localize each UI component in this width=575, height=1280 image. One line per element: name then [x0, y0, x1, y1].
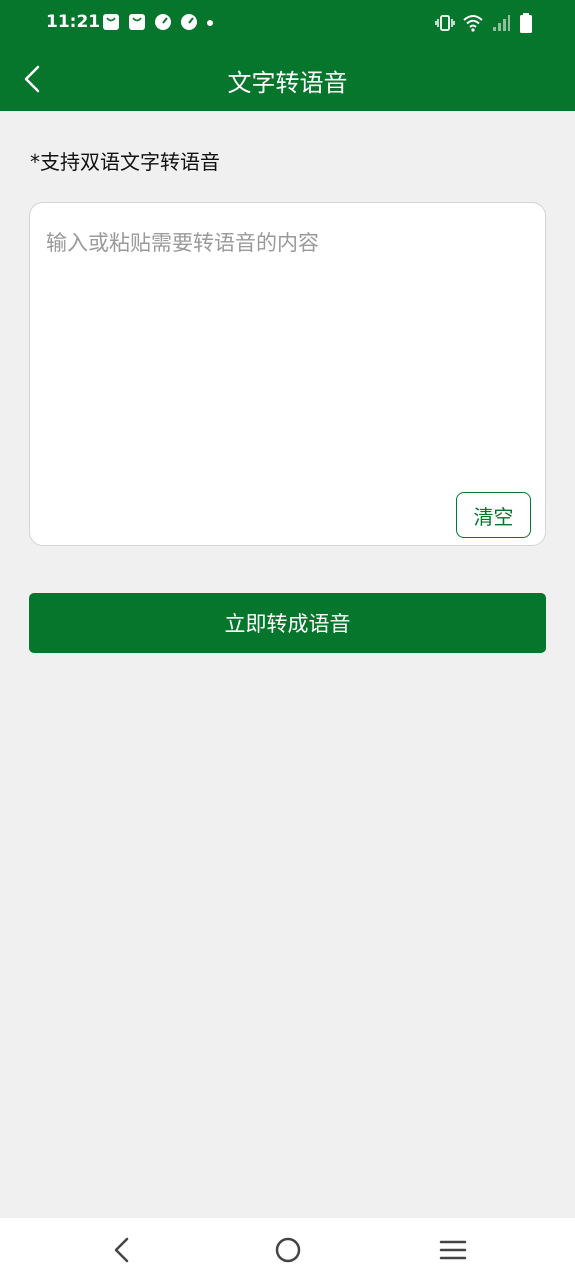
text-input[interactable] [46, 227, 526, 477]
shopping-bag-icon [128, 13, 146, 31]
vibrate-icon [435, 13, 455, 33]
speedometer-icon [154, 13, 172, 31]
clear-button[interactable]: 清空 [456, 492, 531, 538]
status-time: 11:21 [46, 12, 101, 32]
dot-icon [206, 13, 214, 31]
signal-icon [491, 13, 511, 33]
speedometer-icon [180, 13, 198, 31]
home-icon [273, 1237, 303, 1269]
text-input-container: 清空 [29, 202, 546, 546]
convert-to-speech-button[interactable]: 立即转成语音 [29, 593, 546, 653]
notification-icons [102, 13, 214, 31]
battery-icon [519, 13, 533, 33]
page-title: 文字转语音 [227, 69, 348, 97]
menu-icon [438, 1240, 468, 1269]
wifi-icon [463, 13, 483, 33]
app-bar: 文字转语音 [0, 48, 575, 111]
shopping-bag-icon [102, 13, 120, 31]
back-icon [107, 1237, 137, 1269]
nav-back-button[interactable] [107, 1235, 137, 1265]
status-bar: 11:21 [0, 0, 575, 48]
system-nav-bar [0, 1218, 575, 1280]
system-icons [435, 13, 533, 33]
hint-label: *支持双语文字转语音 [30, 150, 220, 174]
nav-menu-button[interactable] [438, 1235, 468, 1265]
nav-home-button[interactable] [273, 1235, 303, 1265]
